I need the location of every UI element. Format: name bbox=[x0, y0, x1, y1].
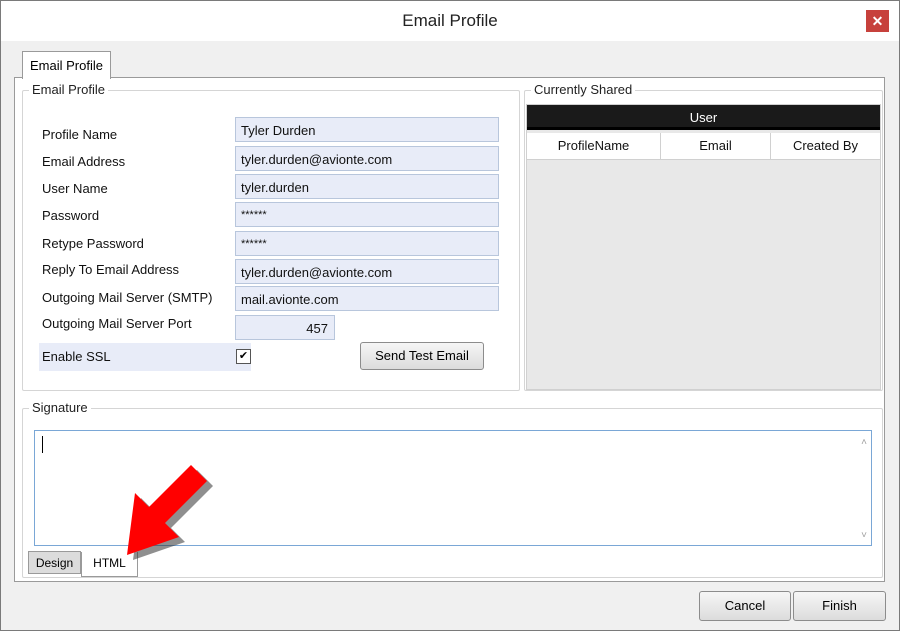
column-header-profile-name[interactable]: ProfileName bbox=[527, 133, 661, 159]
signature-legend: Signature bbox=[29, 400, 91, 415]
red-arrow-icon bbox=[113, 463, 218, 566]
smtp-server-field[interactable]: mail.avionte.com bbox=[235, 286, 499, 311]
enable-ssl-label: Enable SSL bbox=[42, 349, 111, 364]
email-address-field[interactable]: tyler.durden@avionte.com bbox=[235, 146, 499, 171]
tab-design[interactable]: Design bbox=[28, 551, 81, 574]
smtp-port-label: Outgoing Mail Server Port bbox=[42, 316, 192, 331]
smtp-port-field[interactable]: 457 bbox=[235, 315, 335, 340]
currently-shared-legend: Currently Shared bbox=[531, 82, 636, 97]
reply-to-field[interactable]: tyler.durden@avionte.com bbox=[235, 259, 499, 284]
email-address-label: Email Address bbox=[42, 154, 126, 169]
password-field[interactable]: ****** bbox=[235, 202, 499, 227]
enable-ssl-checkbox[interactable]: ✔ bbox=[236, 349, 251, 364]
reply-to-label: Reply To Email Address bbox=[42, 262, 180, 277]
email-profile-dialog: Email Profile ✕ Email Profile Email Prof… bbox=[0, 0, 900, 631]
close-icon[interactable]: ✕ bbox=[866, 10, 889, 32]
profile-name-field[interactable]: Tyler Durden bbox=[235, 117, 499, 142]
profile-name-label: Profile Name bbox=[42, 127, 118, 142]
grid-band-header: User bbox=[527, 105, 880, 130]
enable-ssl-row: Enable SSL ✔ bbox=[39, 343, 251, 371]
retype-password-label: Retype Password bbox=[42, 236, 144, 251]
tab-email-profile[interactable]: Email Profile bbox=[22, 51, 111, 79]
user-name-field[interactable]: tyler.durden bbox=[235, 174, 499, 199]
text-caret bbox=[42, 436, 43, 453]
grid-column-headers: ProfileName Email Created By bbox=[527, 133, 880, 160]
title-bar: Email Profile ✕ bbox=[1, 1, 899, 41]
shared-users-grid[interactable]: User ProfileName Email Created By bbox=[526, 104, 881, 390]
smtp-server-label: Outgoing Mail Server (SMTP) bbox=[42, 290, 213, 305]
email-profile-group-legend: Email Profile bbox=[29, 82, 108, 97]
cancel-button[interactable]: Cancel bbox=[699, 591, 791, 621]
window-title: Email Profile bbox=[402, 11, 498, 30]
user-name-label: User Name bbox=[42, 181, 108, 196]
send-test-email-button[interactable]: Send Test Email bbox=[360, 342, 484, 370]
column-header-created-by[interactable]: Created By bbox=[771, 133, 880, 159]
retype-password-field[interactable]: ****** bbox=[235, 231, 499, 256]
password-label: Password bbox=[42, 208, 100, 223]
scroll-down-icon[interactable]: ˅ bbox=[861, 530, 867, 541]
column-header-email[interactable]: Email bbox=[661, 133, 771, 159]
finish-button[interactable]: Finish bbox=[793, 591, 886, 621]
scroll-up-icon[interactable]: ˄ bbox=[861, 437, 867, 448]
